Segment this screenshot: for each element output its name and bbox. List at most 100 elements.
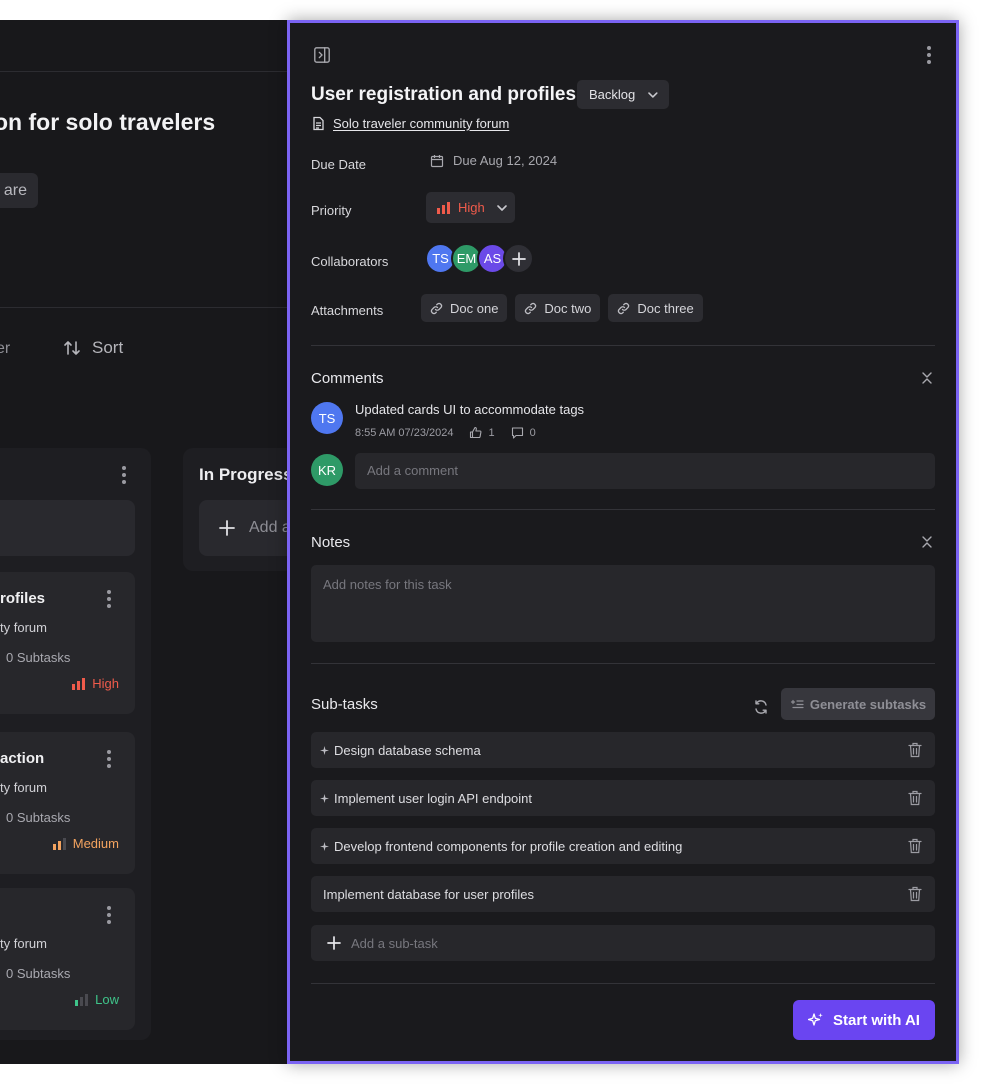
card-menu-icon[interactable] (107, 750, 111, 768)
sort-button[interactable]: Sort (62, 338, 123, 358)
priority-low-icon (75, 993, 89, 1006)
plus-icon (327, 936, 341, 950)
status-dropdown[interactable]: Backlog (577, 80, 669, 109)
add-card-button[interactable]: Add a (199, 500, 300, 556)
refresh-icon[interactable] (753, 699, 769, 715)
card-project: ty forum (0, 936, 47, 951)
collapse-notes-icon[interactable] (921, 535, 933, 549)
link-icon (618, 302, 630, 314)
attachment-label: Doc two (544, 300, 592, 316)
card-priority-label: Medium (72, 836, 119, 851)
subtask-item[interactable]: Implement database for user profiles (311, 876, 935, 912)
card-project: ty forum (0, 620, 47, 635)
card-priority: Medium (52, 836, 119, 851)
add-card-button[interactable] (0, 500, 135, 556)
attachment-chip[interactable]: Doc two (515, 294, 601, 322)
priority-medium-icon (52, 837, 66, 850)
column-menu-icon[interactable] (122, 466, 126, 484)
attachment-chip[interactable]: Doc one (421, 294, 508, 322)
priority-label: Priority (311, 203, 352, 218)
due-date-value: Due Aug 12, 2024 (453, 153, 558, 168)
notes-textarea[interactable]: Add notes for this task (311, 565, 935, 642)
ai-sparkle-icon (320, 841, 329, 851)
trash-icon[interactable] (908, 742, 922, 758)
priority-dropdown[interactable]: High (426, 192, 515, 223)
calendar-icon (430, 154, 444, 167)
card-subtasks: 0 Subtasks (6, 650, 71, 665)
chevron-down-icon (496, 204, 507, 211)
card-priority-label: High (92, 676, 119, 691)
add-subtask-input[interactable]: Add a sub-task (311, 925, 935, 961)
subtask-item[interactable]: Design database schema (311, 732, 935, 768)
attachment-label: Doc one (450, 300, 499, 316)
attachment-label: Doc three (637, 300, 694, 316)
trash-icon[interactable] (908, 886, 922, 902)
task-card[interactable]: ty forum 0 Subtasks Low (0, 888, 135, 1030)
add-comment-row: KR Add a comment (311, 453, 935, 489)
start-with-ai-button[interactable]: Start with AI (793, 1000, 935, 1040)
link-icon (430, 302, 443, 314)
sort-icon (64, 341, 80, 355)
section-divider (311, 983, 935, 984)
avatar: KR (311, 454, 343, 486)
comment-item: TS Updated cards UI to accommodate tags … (311, 402, 935, 442)
task-title[interactable]: User registration and profiles (311, 84, 576, 106)
card-project: ty forum (0, 780, 47, 795)
card-title: action (0, 750, 45, 767)
subtask-label: Design database schema (334, 742, 481, 758)
start-with-ai-label: Start with AI (833, 1011, 920, 1029)
subtask-item[interactable]: Implement user login API endpoint (311, 780, 935, 816)
thumbs-up-icon (470, 426, 482, 439)
share-button[interactable]: are (0, 173, 38, 208)
add-subtask-placeholder: Add a sub-task (351, 935, 438, 951)
card-menu-icon[interactable] (107, 906, 111, 924)
collapse-comments-icon[interactable] (921, 371, 933, 385)
section-divider (311, 345, 935, 346)
project-link[interactable]: Solo traveler community forum (311, 116, 509, 131)
sort-label: Sort (92, 338, 124, 357)
subtask-item[interactable]: Develop frontend components for profile … (311, 828, 935, 864)
card-priority: High (72, 676, 119, 691)
priority-value: High (458, 200, 485, 215)
due-date-label: Due Date (311, 157, 366, 172)
collapse-panel-icon[interactable] (312, 45, 332, 65)
board-topbar (0, 20, 300, 72)
attachments-list: Doc one Doc two Doc three (421, 294, 703, 322)
comment-timestamp: 8:55 AM 07/23/2024 (355, 426, 454, 439)
reply-button[interactable]: 0 (511, 426, 536, 439)
add-collaborator-button[interactable] (503, 243, 534, 274)
card-subtasks: 0 Subtasks (6, 966, 71, 981)
subtask-label: Develop frontend components for profile … (334, 838, 683, 854)
board-column: rofiles ty forum 0 Subtasks High action … (0, 448, 151, 1040)
section-divider (311, 663, 935, 664)
subtask-label: Implement database for user profiles (323, 886, 534, 902)
generate-subtasks-label: Generate subtasks (809, 696, 927, 712)
avatar[interactable]: TS (311, 402, 343, 434)
priority-high-icon (72, 677, 86, 690)
like-button[interactable]: 1 (469, 426, 495, 439)
generate-subtasks-button[interactable]: Generate subtasks (781, 688, 935, 720)
project-title: on for solo travelers (0, 109, 216, 135)
filter-button[interactable]: er (0, 340, 10, 358)
reply-count: 0 (529, 426, 536, 439)
trash-icon[interactable] (908, 790, 922, 806)
column-title: In Progress (199, 465, 293, 484)
trash-icon[interactable] (908, 838, 922, 854)
notes-title: Notes (311, 534, 351, 551)
attachment-chip[interactable]: Doc three (608, 294, 703, 322)
collaborators-list: TS EM AS (425, 243, 534, 274)
card-menu-icon[interactable] (107, 590, 111, 608)
panel-menu-icon[interactable] (927, 46, 931, 64)
task-card[interactable]: rofiles ty forum 0 Subtasks High (0, 572, 135, 714)
chevron-down-icon (648, 91, 658, 98)
board-divider (0, 307, 300, 308)
sparkles-icon (808, 1013, 823, 1026)
collaborators-label: Collaborators (311, 254, 389, 269)
plus-icon (511, 251, 526, 266)
task-card[interactable]: action ty forum 0 Subtasks Medium (0, 732, 135, 874)
subtasks-title: Sub-tasks (311, 696, 378, 713)
comment-input[interactable]: Add a comment (355, 453, 935, 489)
due-date-picker[interactable]: Due Aug 12, 2024 (430, 153, 557, 168)
ai-sparkle-icon (320, 793, 329, 803)
comment-icon (511, 427, 523, 439)
